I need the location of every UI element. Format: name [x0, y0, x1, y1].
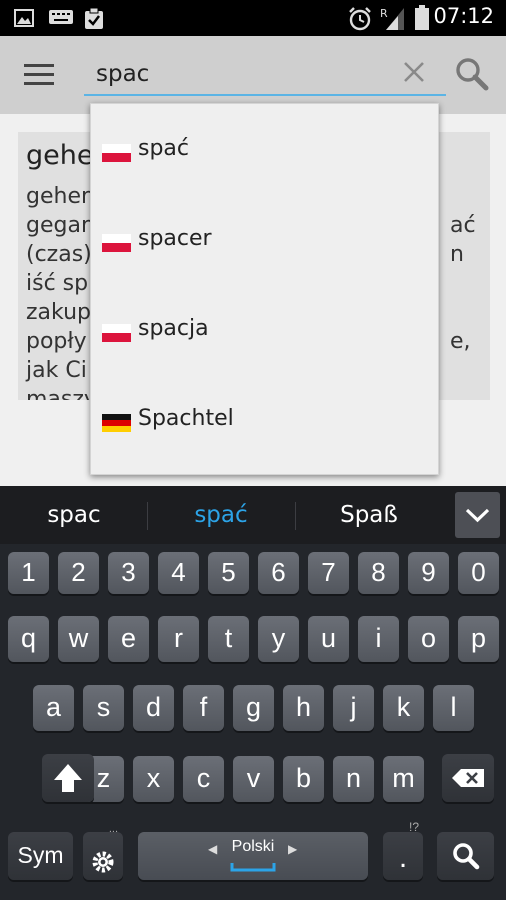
- key-d[interactable]: d: [133, 685, 174, 731]
- entry-title: gehe: [26, 140, 94, 171]
- backspace-icon: [452, 769, 484, 787]
- space-bar-icon: [230, 863, 276, 872]
- key-v[interactable]: v: [233, 756, 274, 802]
- search-input[interactable]: [84, 54, 446, 96]
- prediction-word[interactable]: Spaß: [299, 502, 439, 528]
- suggestion-dropdown: spać spacer spacja Spachtel: [90, 103, 439, 475]
- polish-flag-icon: [102, 324, 131, 342]
- chevron-down-icon: [465, 508, 490, 523]
- clipboard-check-icon: [85, 8, 103, 29]
- svg-text:R: R: [380, 7, 388, 20]
- divider: [147, 502, 148, 530]
- prediction-strip: spac spać Spaß: [0, 486, 506, 544]
- key-4[interactable]: 4: [158, 552, 199, 594]
- battery-icon: [415, 5, 429, 30]
- german-flag-icon: [102, 414, 131, 432]
- prediction-word[interactable]: spac: [4, 502, 144, 528]
- key-q[interactable]: q: [8, 616, 49, 662]
- clear-icon[interactable]: [400, 58, 428, 86]
- key-3[interactable]: 3: [108, 552, 149, 594]
- image-icon: [14, 9, 34, 27]
- key-a[interactable]: a: [33, 685, 74, 731]
- shift-key[interactable]: [42, 754, 94, 802]
- suggestion-label: spacer: [138, 226, 212, 251]
- clock: 07:12: [433, 4, 494, 28]
- key-h[interactable]: h: [283, 685, 324, 731]
- signal-roaming-icon: R: [380, 7, 404, 30]
- status-bar: R 07:12: [0, 0, 506, 36]
- alarm-icon: [349, 7, 371, 31]
- period-hint: !?: [408, 820, 419, 834]
- key-1[interactable]: 1: [8, 552, 49, 594]
- key-6[interactable]: 6: [258, 552, 299, 594]
- key-7[interactable]: 7: [308, 552, 349, 594]
- search-key[interactable]: [437, 832, 494, 880]
- key-m[interactable]: m: [383, 756, 424, 802]
- suggestion-item[interactable]: spacer: [91, 194, 440, 284]
- key-x[interactable]: x: [133, 756, 174, 802]
- key-s[interactable]: s: [83, 685, 124, 731]
- suggestion-item[interactable]: spać: [91, 104, 440, 194]
- key-i[interactable]: i: [358, 616, 399, 662]
- keyboard: 1234567890 qwertyuiop asdfghjkl zxcvbnm …: [0, 544, 506, 900]
- key-0[interactable]: 0: [458, 552, 499, 594]
- key-u[interactable]: u: [308, 616, 349, 662]
- suggestion-label: spacja: [138, 316, 209, 341]
- key-c[interactable]: c: [183, 756, 224, 802]
- backspace-key[interactable]: [442, 754, 494, 802]
- suggestion-label: Spachtel: [138, 406, 234, 431]
- polish-flag-icon: [102, 144, 131, 162]
- suggestion-label: spać: [138, 136, 190, 161]
- space-right-arrow-icon: ▶: [288, 842, 298, 856]
- gear-icon: [92, 851, 114, 873]
- key-f[interactable]: f: [183, 685, 224, 731]
- key-b[interactable]: b: [283, 756, 324, 802]
- key-t[interactable]: t: [208, 616, 249, 662]
- polish-flag-icon: [102, 234, 131, 252]
- settings-key[interactable]: ...: [83, 823, 123, 880]
- key-r[interactable]: r: [158, 616, 199, 662]
- key-2[interactable]: 2: [58, 552, 99, 594]
- key-g[interactable]: g: [233, 685, 274, 731]
- key-8[interactable]: 8: [358, 552, 399, 594]
- key-l[interactable]: l: [433, 685, 474, 731]
- shift-icon: [54, 764, 82, 792]
- key-j[interactable]: j: [333, 685, 374, 731]
- key-y[interactable]: y: [258, 616, 299, 662]
- collapse-predictions-button[interactable]: [455, 492, 500, 538]
- menu-icon[interactable]: [24, 64, 54, 86]
- key-p[interactable]: p: [458, 616, 499, 662]
- space-key[interactable]: ◀ Polski ▶: [138, 832, 368, 880]
- divider: [295, 502, 296, 530]
- period-key[interactable]: !? .: [383, 820, 423, 880]
- sym-key[interactable]: Sym: [8, 832, 73, 880]
- key-o[interactable]: o: [408, 616, 449, 662]
- key-w[interactable]: w: [58, 616, 99, 662]
- key-5[interactable]: 5: [208, 552, 249, 594]
- key-n[interactable]: n: [333, 756, 374, 802]
- suggestion-item[interactable]: Spachtel: [91, 374, 440, 464]
- key-k[interactable]: k: [383, 685, 424, 731]
- keyboard-icon: [49, 10, 73, 24]
- search-icon[interactable]: [454, 56, 490, 92]
- prediction-word-active[interactable]: spać: [151, 502, 291, 528]
- key-9[interactable]: 9: [408, 552, 449, 594]
- period-label: .: [398, 841, 408, 874]
- key-e[interactable]: e: [108, 616, 149, 662]
- suggestion-item[interactable]: spacja: [91, 284, 440, 374]
- search-icon: [453, 843, 480, 870]
